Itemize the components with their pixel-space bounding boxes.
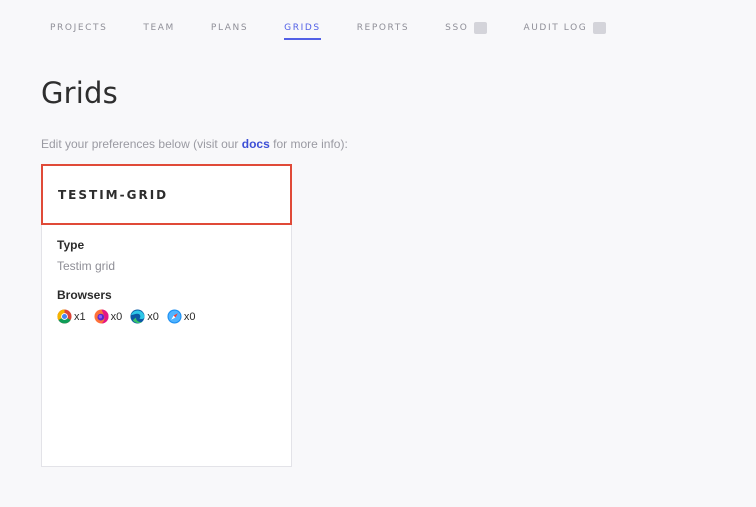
nav-tab-label: PROJECTS [50,23,108,33]
browser-chrome: x1 [57,309,86,324]
nav-tab-label: REPORTS [356,23,410,33]
top-nav: PROJECTS TEAM PLANS GRIDS REPORTS SSO AU… [50,20,642,40]
docs-link[interactable]: docs [242,137,270,151]
grid-card-body: Type Testim grid Browsers x1 x0 x0 x0 [57,238,281,324]
grid-card[interactable]: TESTIM-GRID Type Testim grid Browsers x1 [41,164,292,467]
nav-tab-grids[interactable]: GRIDS [284,20,321,40]
nav-tab-audit-log[interactable]: AUDIT LOG [523,20,607,36]
nav-tab-label: PLANS [210,23,249,33]
nav-tab-team[interactable]: TEAM [143,20,175,36]
firefox-icon [94,309,109,324]
nav-tab-projects[interactable]: PROJECTS [50,20,107,36]
type-label: Type [57,238,85,252]
nav-tab-label: SSO [445,23,469,33]
locked-feature-icon [474,22,488,34]
browser-count: x0 [110,310,123,323]
type-value: Testim grid [57,259,116,273]
nav-tab-label: GRIDS [284,23,321,33]
browser-count: x0 [183,310,196,323]
browsers-label: Browsers [57,288,112,302]
page-subtitle: Edit your preferences below (visit our d… [41,137,348,151]
chrome-icon [57,309,72,324]
grid-card-header[interactable]: TESTIM-GRID [41,164,292,225]
edge-icon [130,309,145,324]
grid-card-title: TESTIM-GRID [58,187,169,202]
page-title: Grids [41,76,118,110]
subtitle-text-after: for more info): [269,137,348,151]
browser-list: x1 x0 x0 x0 [57,309,281,324]
browser-count: x1 [74,310,86,323]
locked-feature-icon [593,22,607,34]
subtitle-text-before: Edit your preferences below (visit our [41,137,242,151]
nav-tab-sso[interactable]: SSO [445,20,488,36]
nav-tab-label: AUDIT LOG [523,23,588,33]
nav-tab-reports[interactable]: REPORTS [357,20,409,36]
browser-edge: x0 [130,309,159,324]
nav-tab-label: TEAM [143,23,175,33]
nav-tab-plans[interactable]: PLANS [211,20,248,36]
browser-safari: x0 [167,309,196,324]
browser-count: x0 [147,310,159,323]
safari-icon [167,309,182,324]
browser-firefox: x0 [94,309,123,324]
